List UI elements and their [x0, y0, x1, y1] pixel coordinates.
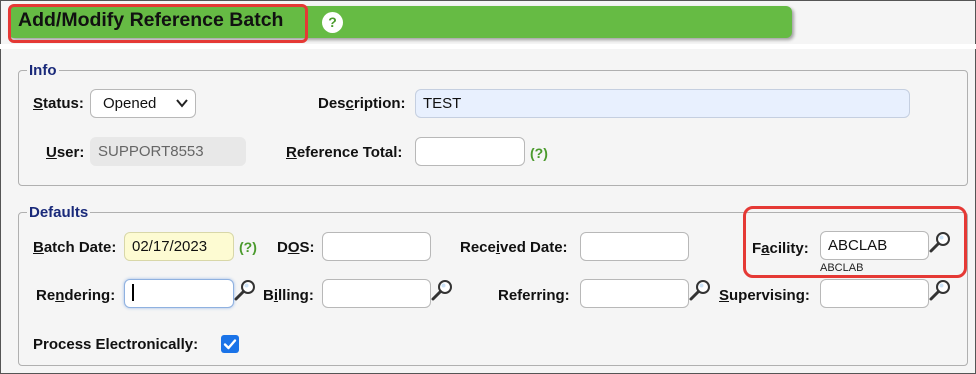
referring-label: Referring:: [498, 287, 570, 304]
description-label: Description:: [318, 95, 406, 112]
reference-total-input[interactable]: [415, 137, 525, 166]
description-input[interactable]: TEST: [415, 89, 910, 118]
batch-date-label: Batch Date:: [33, 239, 117, 256]
batch-date-input[interactable]: 02/17/2023: [124, 232, 234, 261]
supervising-search-icon[interactable]: [928, 278, 952, 302]
billing-search-icon[interactable]: [430, 278, 454, 302]
rendering-label: Rendering:: [36, 287, 116, 304]
referring-search-icon[interactable]: [688, 278, 712, 302]
title-gap: [0, 44, 976, 49]
process-electronically-checkbox[interactable]: [221, 335, 239, 353]
referring-input[interactable]: [580, 279, 689, 308]
rendering-input[interactable]: [124, 279, 234, 308]
reference-total-help-icon[interactable]: (?): [530, 145, 548, 161]
chevron-down-icon: [176, 90, 188, 126]
user-field: SUPPORT8553: [90, 137, 246, 166]
text-caret: [132, 284, 134, 302]
defaults-legend: Defaults: [29, 204, 89, 221]
checkmark-icon: [223, 339, 237, 350]
status-label: Status:: [33, 95, 84, 112]
help-icon[interactable]: ?: [322, 12, 343, 33]
received-date-label: Received Date:: [460, 239, 568, 256]
reference-total-label: Reference Total:: [286, 144, 403, 161]
facility-label: Facility:: [752, 240, 809, 257]
status-select[interactable]: Opened: [90, 89, 196, 118]
process-electronically-label: Process Electronically:: [33, 336, 199, 353]
received-date-input[interactable]: [580, 232, 689, 261]
dos-label: DOS:: [277, 239, 315, 256]
billing-input[interactable]: [322, 279, 431, 308]
billing-label: Billing:: [263, 287, 314, 304]
user-label: User:: [46, 144, 85, 161]
supervising-input[interactable]: [820, 279, 929, 308]
facility-subtext: ABCLAB: [820, 262, 864, 274]
facility-input[interactable]: ABCLAB: [820, 231, 929, 260]
page-title: Add/Modify Reference Batch: [18, 9, 284, 31]
info-legend: Info: [29, 62, 57, 79]
supervising-label: Supervising:: [719, 287, 810, 304]
batch-date-help-icon[interactable]: (?): [239, 239, 257, 255]
rendering-search-icon[interactable]: [233, 278, 257, 302]
dos-input[interactable]: [322, 232, 431, 261]
info-fieldset: Info: [18, 62, 968, 186]
facility-search-icon[interactable]: [928, 230, 952, 254]
